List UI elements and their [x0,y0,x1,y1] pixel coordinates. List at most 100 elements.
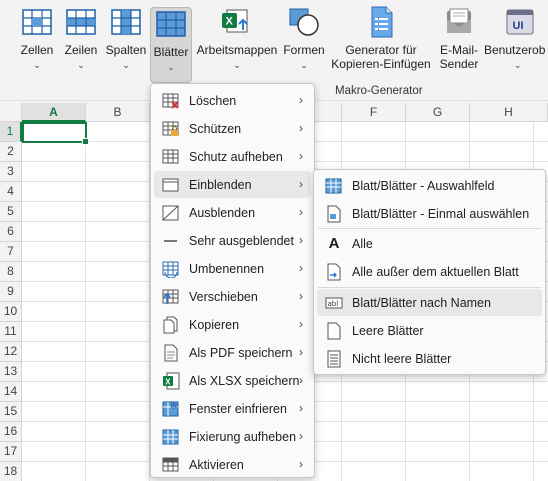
menu-item-save-pdf[interactable]: Als PDF speichern › [154,339,311,366]
hide-icon [161,203,181,223]
rows-label: Zeilen [64,43,98,57]
row-header-9[interactable]: 9 [0,282,22,302]
menu-item-hide[interactable]: Ausblenden › [154,199,311,226]
chevron-right-icon: › [299,401,303,415]
email-sender-label-line1: E-Mail- [439,43,478,57]
row-header-13[interactable]: 13 [0,362,22,382]
row-header-3[interactable]: 3 [0,162,22,182]
columns-icon [110,6,142,38]
user-objects-button[interactable]: UI Benutzerob ⌄ [484,6,548,84]
menu-item-label: Schutz aufheben [189,149,283,164]
chevron-right-icon: › [299,289,303,303]
rows-button[interactable]: Zeilen ⌄ [60,6,102,84]
cells-button[interactable]: Zellen ⌄ [14,6,60,84]
copy-paste-generator-label-line1: Generator für [345,43,417,57]
menu-item-unprotect-sheet[interactable]: Schutz aufheben › [154,143,311,170]
submenu-item-selection-list[interactable]: Blatt/Blätter - Auswahlfeld [317,172,542,199]
chevron-right-icon: › [299,121,303,135]
menu-item-label: Kopieren [189,317,240,332]
svg-text:UI: UI [513,20,524,32]
select-once-icon [324,204,344,224]
row-header-5[interactable]: 5 [0,202,22,222]
workbooks-button[interactable]: X Arbeitsmappen ⌄ [195,6,279,84]
menu-item-label: Umbenennen [189,261,265,276]
rename-icon [161,259,181,279]
submenu-item-by-name[interactable]: abl Blatt/Blätter nach Namen [317,289,542,316]
row-header-2[interactable]: 2 [0,142,22,162]
menu-item-label: Einblenden [189,177,252,192]
ui-icon: UI [504,6,536,38]
row-header-15[interactable]: 15 [0,402,22,422]
submenu-item-all-except-current[interactable]: Alle außer dem aktuellen Blatt [317,258,542,285]
all-except-current-icon [324,262,344,282]
menu-item-activate[interactable]: Aktivieren › [154,451,311,478]
menu-item-label: Aktivieren [189,457,244,472]
sheets-dropdown-menu: Löschen › Schützen › Schutz aufheben › Einblen… [150,83,315,478]
chevron-down-icon: ⌄ [233,60,241,70]
column-header-f[interactable]: F [342,103,406,122]
row-header-18[interactable]: 18 [0,462,22,481]
chevron-down-icon: ⌄ [122,60,130,70]
save-xlsx-icon: X [161,371,181,391]
submenu-item-empty-sheets[interactable]: Leere Blätter [317,317,542,344]
menu-item-unfreeze-panes[interactable]: Fixierung aufheben › [154,423,311,450]
chevron-right-icon: › [299,177,303,191]
email-sender-button[interactable]: E-Mail- Sender [436,6,482,84]
cells-grid-icon [21,6,53,38]
sheets-label: Blätter [153,45,189,59]
row-header-17[interactable]: 17 [0,442,22,462]
row-header-7[interactable]: 7 [0,242,22,262]
row-header-11[interactable]: 11 [0,322,22,342]
menu-item-rename[interactable]: Umbenennen › [154,255,311,282]
menu-item-label: Verschieben [189,289,258,304]
menu-item-label: Löschen [189,93,237,108]
column-header-b[interactable]: B [86,103,150,122]
column-header-g[interactable]: G [406,103,470,122]
menu-item-delete-sheet[interactable]: Löschen › [154,87,311,114]
row-header-6[interactable]: 6 [0,222,22,242]
menu-item-copy[interactable]: Kopieren › [154,311,311,338]
menu-item-protect-sheet[interactable]: Schützen › [154,115,311,142]
chevron-right-icon: › [299,373,303,387]
column-header-h[interactable]: H [470,103,548,122]
row-header-14[interactable]: 14 [0,382,22,402]
menu-item-move[interactable]: Verschieben › [154,283,311,310]
copy-paste-generator-button[interactable]: Generator für Kopieren-Einfügen [328,6,434,84]
move-icon [161,287,181,307]
svg-text:X: X [165,377,171,386]
empty-sheets-icon [324,321,344,341]
save-pdf-icon [161,343,181,363]
menu-item-unhide[interactable]: Einblenden › [154,171,311,198]
menu-item-freeze-panes[interactable]: ✲ Fenster einfrieren › [154,395,311,422]
selection-list-icon [324,176,344,196]
unfreeze-panes-icon [161,427,181,447]
row-header-12[interactable]: 12 [0,342,22,362]
menu-item-label: Ausblenden [189,205,256,220]
submenu-item-non-empty-sheets[interactable]: Nicht leere Blätter [317,345,542,372]
row-header-8[interactable]: 8 [0,262,22,282]
columns-label: Spalten [105,43,147,57]
chevron-right-icon: › [299,261,303,275]
menu-item-save-xlsx[interactable]: X Als XLSX speichern › [154,367,311,394]
active-cell-a1[interactable] [22,122,89,145]
submenu-item-select-once[interactable]: Blatt/Blätter - Einmal auswählen [317,200,542,227]
column-header-a[interactable]: A [22,103,86,122]
menu-item-very-hidden[interactable]: Sehr ausgeblendet › [154,227,311,254]
document-generator-icon [365,6,397,38]
sheets-button[interactable]: Blätter ⌄ [150,7,192,83]
workbook-icon: X [221,6,253,38]
email-sender-label: E-Mail- Sender [440,43,479,71]
chevron-right-icon: › [299,93,303,107]
select-all-corner[interactable] [0,103,22,122]
columns-button[interactable]: Spalten ⌄ [103,6,149,84]
submenu-item-all[interactable]: A Alle [317,230,542,257]
chevron-right-icon: › [299,233,303,247]
sheets-icon [155,8,187,40]
shapes-label: Formen [283,43,325,57]
row-header-16[interactable]: 16 [0,422,22,442]
row-header-1[interactable]: 1 [0,122,22,142]
shapes-button[interactable]: Formen ⌄ [282,6,326,84]
row-header-10[interactable]: 10 [0,302,22,322]
activate-icon [161,455,181,475]
row-header-4[interactable]: 4 [0,182,22,202]
